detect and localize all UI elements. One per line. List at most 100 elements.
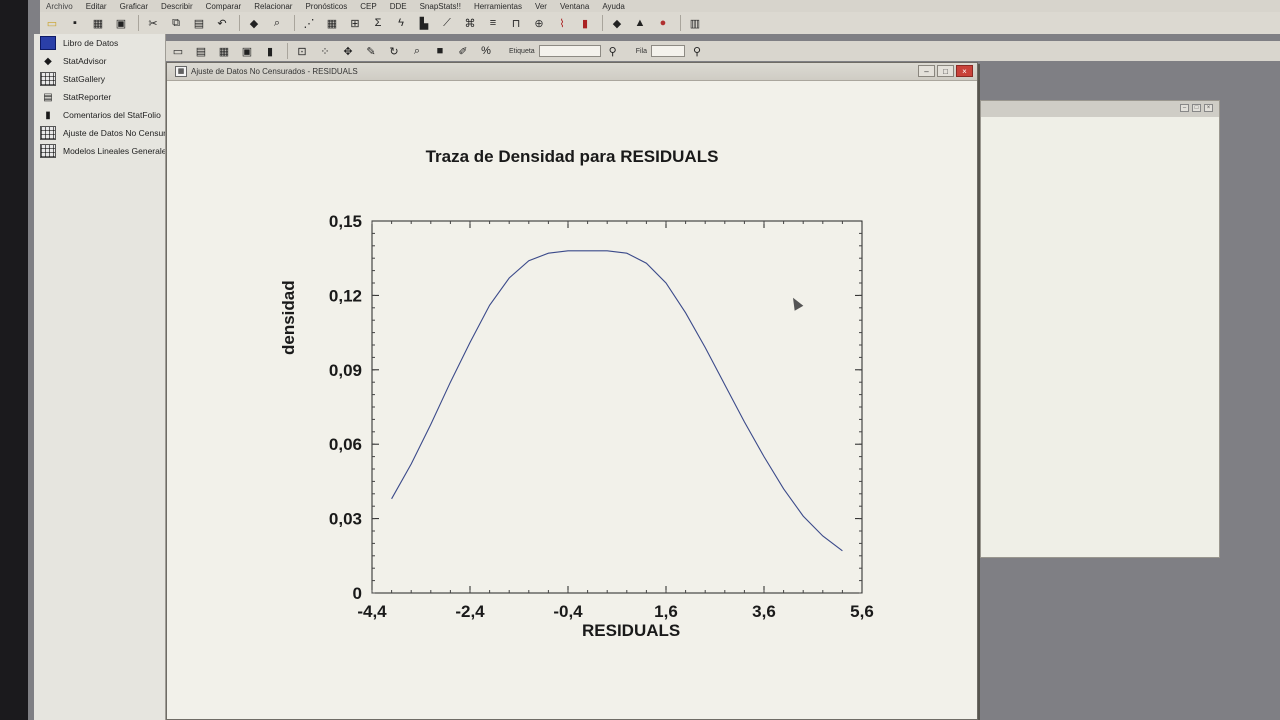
etiqueta-label: Etiqueta [509,47,535,55]
y-tick-label: 0,09 [329,361,362,380]
copy-icon[interactable]: ⧉ [168,15,184,31]
points-icon[interactable]: ⁘ [317,43,333,59]
y-tick-label: 0,12 [329,286,362,305]
analysis-icon [40,144,56,158]
table-icon[interactable]: ▦ [324,15,340,31]
sidebar-item-modelos-lineales[interactable]: Modelos Lineales Generales [34,142,165,160]
menu-bar: Archivo Editar Graficar Describir Compar… [40,0,1280,12]
sidebar-item-statgallery[interactable]: StatGallery [34,70,165,88]
x-tick-label: 1,6 [654,602,678,621]
sidebar-item-libro-de-datos[interactable]: Libro de Datos [34,34,165,52]
y-tick-label: 0,15 [329,212,362,231]
snap-icon[interactable]: ● [655,15,671,31]
boxplot-icon[interactable]: ⊞ [347,15,363,31]
undo-icon[interactable]: ↶ [214,15,230,31]
analysis-icon [40,126,56,140]
sidebar-item-label: StatGallery [63,74,106,84]
pane-options-icon[interactable]: ⊡ [294,43,310,59]
save-results-icon[interactable]: ▣ [239,43,255,59]
menu-pronosticos[interactable]: Pronósticos [305,2,347,11]
print-icon[interactable]: ◆ [246,15,262,31]
chart-window[interactable]: ▦ Ajuste de Datos No Censurados - RESIDU… [166,62,978,720]
sidebar-item-ajuste-datos[interactable]: Ajuste de Datos No Censurados [34,124,165,142]
menu-editar[interactable]: Editar [86,2,107,11]
target-icon[interactable]: ⊕ [531,15,547,31]
scatter-plot-icon[interactable]: ⋰ [301,15,317,31]
regression-icon[interactable]: ⟋ [439,15,455,31]
histogram-icon[interactable]: ▙ [416,15,432,31]
close-button[interactable]: × [1204,104,1213,112]
input-dialog-icon[interactable]: ▭ [170,43,186,59]
control-chart-icon[interactable]: ⊓ [508,15,524,31]
pencil-icon[interactable]: ✐ [455,43,471,59]
fila-input[interactable] [650,45,685,57]
print-preview-icon[interactable]: ⌕ [269,15,285,31]
minimize-button[interactable]: – [1180,104,1189,112]
datasheet-icon[interactable]: ▦ [90,15,106,31]
menu-cep[interactable]: CEP [360,2,376,11]
datasheet-icon [40,36,56,50]
menu-ventana[interactable]: Ventana [560,2,589,11]
y-tick-label: 0,03 [329,510,362,529]
publish-icon[interactable]: ▮ [262,43,278,59]
window-controls: – □ × [1180,104,1213,112]
maximize-button[interactable]: □ [1192,104,1201,112]
menu-dde[interactable]: DDE [390,2,407,11]
paste-icon[interactable]: ▤ [191,15,207,31]
fill-icon[interactable]: ■ [432,43,448,59]
line-chart-icon[interactable]: ⌇ [554,15,570,31]
menu-comparar[interactable]: Comparar [206,2,242,11]
percent-icon[interactable]: % [478,43,494,59]
analysis-toolbar: ▭ ▤ ▦ ▣ ▮ ⊡ ⁘ ✥ ✎ ↻ ⌕ ■ ✐ % Etiqueta ⚲ F… [166,41,1280,61]
sidebar-item-comentarios[interactable]: ▮ Comentarios del StatFolio [34,106,165,124]
sidebar-item-label: StatReporter [63,92,112,102]
menu-snapstats[interactable]: SnapStats!! [420,2,461,11]
toolbar-separator [602,15,603,31]
save-icon[interactable]: ▪ [67,15,83,31]
sidebar-item-label: Libro de Datos [63,38,119,48]
sidebar-item-statadvisor[interactable]: ◆ StatAdvisor [34,52,165,70]
rotate-icon[interactable]: ↻ [386,43,402,59]
triangle-icon[interactable]: ▲ [632,15,648,31]
tables-icon[interactable]: ▤ [193,43,209,59]
background-window-titlebar[interactable]: – □ × [981,101,1219,117]
plot-frame [371,220,863,594]
density-line [391,250,843,552]
toolbar-separator [294,15,295,31]
reporter-icon: ▤ [43,91,53,103]
menu-ayuda[interactable]: Ayuda [602,2,625,11]
cut-icon[interactable]: ✂ [145,15,161,31]
save-all-icon[interactable]: ▣ [113,15,129,31]
x-tick-label: 5,6 [850,602,874,621]
menu-ver[interactable]: Ver [535,2,547,11]
sidebar-item-label: Comentarios del StatFolio [63,110,161,120]
menu-describir[interactable]: Describir [161,2,193,11]
brush-icon[interactable]: ✎ [363,43,379,59]
x-tick-label: 3,6 [752,602,776,621]
toolbar-separator [680,15,681,31]
menu-herramientas[interactable]: Herramientas [474,2,522,11]
lightning-icon[interactable]: ϟ [393,15,409,31]
y-tick-label: 0,06 [329,435,362,454]
menu-relacionar[interactable]: Relacionar [254,2,292,11]
sidebar-item-label: StatAdvisor [63,56,107,66]
sidebar-item-statreporter[interactable]: ▤ StatReporter [34,88,165,106]
background-window[interactable]: – □ × [980,100,1220,558]
stats-icon[interactable]: Σ [370,15,386,31]
move-icon[interactable]: ✥ [340,43,356,59]
menu-archivo[interactable]: Archivo [46,2,73,11]
diamond-icon[interactable]: ◆ [609,15,625,31]
binoculars-icon[interactable]: ⚲ [689,43,705,59]
density-plot: 0 0,03 0,06 0,09 0,12 0,15 -4,4 -2,4 -0,4 1,6 3,6 5… [329,212,874,621]
zoom-icon[interactable]: ⌕ [409,43,425,59]
menu-graficar[interactable]: Graficar [120,2,148,11]
graphs-icon[interactable]: ▦ [216,43,232,59]
open-folder-icon[interactable]: ▭ [44,15,60,31]
etiqueta-input[interactable] [538,45,601,57]
statadvisor-icon: ◆ [44,55,52,67]
list-icon[interactable]: ≡ [485,15,501,31]
calculator-icon[interactable]: ▥ [687,15,703,31]
binoculars-icon[interactable]: ⚲ [605,43,621,59]
anova-icon[interactable]: ⌘ [462,15,478,31]
bar-chart-icon[interactable]: ▮ [577,15,593,31]
